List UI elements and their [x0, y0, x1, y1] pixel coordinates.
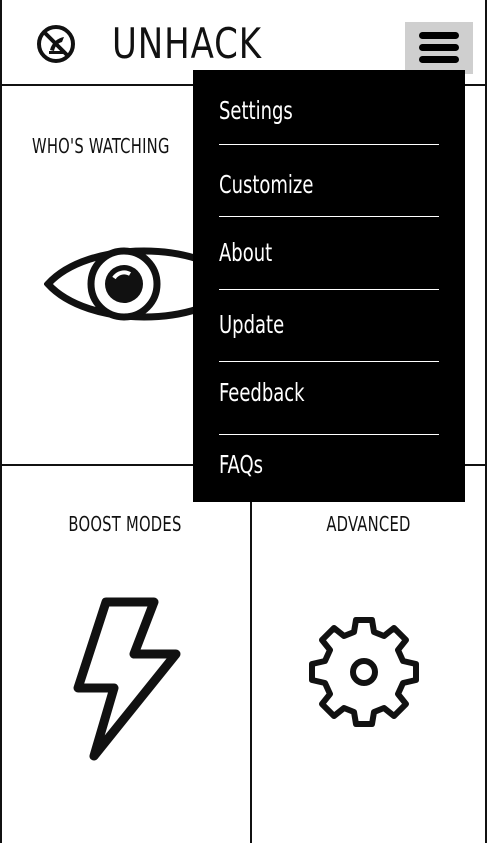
menu-item-update[interactable]: Update [219, 284, 439, 356]
gear-icon [304, 612, 424, 732]
menu-item-feedback[interactable]: Feedback [219, 352, 439, 424]
menu-item-about[interactable]: About [219, 212, 439, 284]
menu-item-label: Update [219, 310, 285, 339]
dropdown-menu: Settings Customize About Update Feedback… [193, 70, 465, 502]
whos-watching-label: WHO'S WATCHING [32, 134, 170, 158]
advanced-label: ADVANCED [326, 512, 411, 536]
menu-item-faqs[interactable]: FAQs [219, 424, 439, 496]
hamburger-menu-button[interactable] [405, 22, 473, 74]
menu-item-label: Settings [219, 96, 293, 125]
menu-item-label: FAQs [219, 450, 264, 479]
boost-modes-label: BOOST MODES [68, 512, 182, 536]
menu-item-label: Feedback [219, 378, 305, 407]
menu-item-settings[interactable]: Settings [219, 70, 439, 142]
hamburger-menu-icon [405, 22, 473, 74]
menu-item-label: About [219, 238, 273, 267]
advanced-tile[interactable]: ADVANCED [252, 466, 485, 843]
lightning-bolt-icon [68, 592, 188, 764]
boost-modes-tile[interactable]: BOOST MODES [0, 466, 250, 843]
unhack-logo-icon [36, 24, 76, 64]
menu-item-label: Customize [219, 170, 314, 199]
menu-item-customize[interactable]: Customize [219, 144, 439, 216]
app-title: UNHACK [112, 19, 262, 68]
